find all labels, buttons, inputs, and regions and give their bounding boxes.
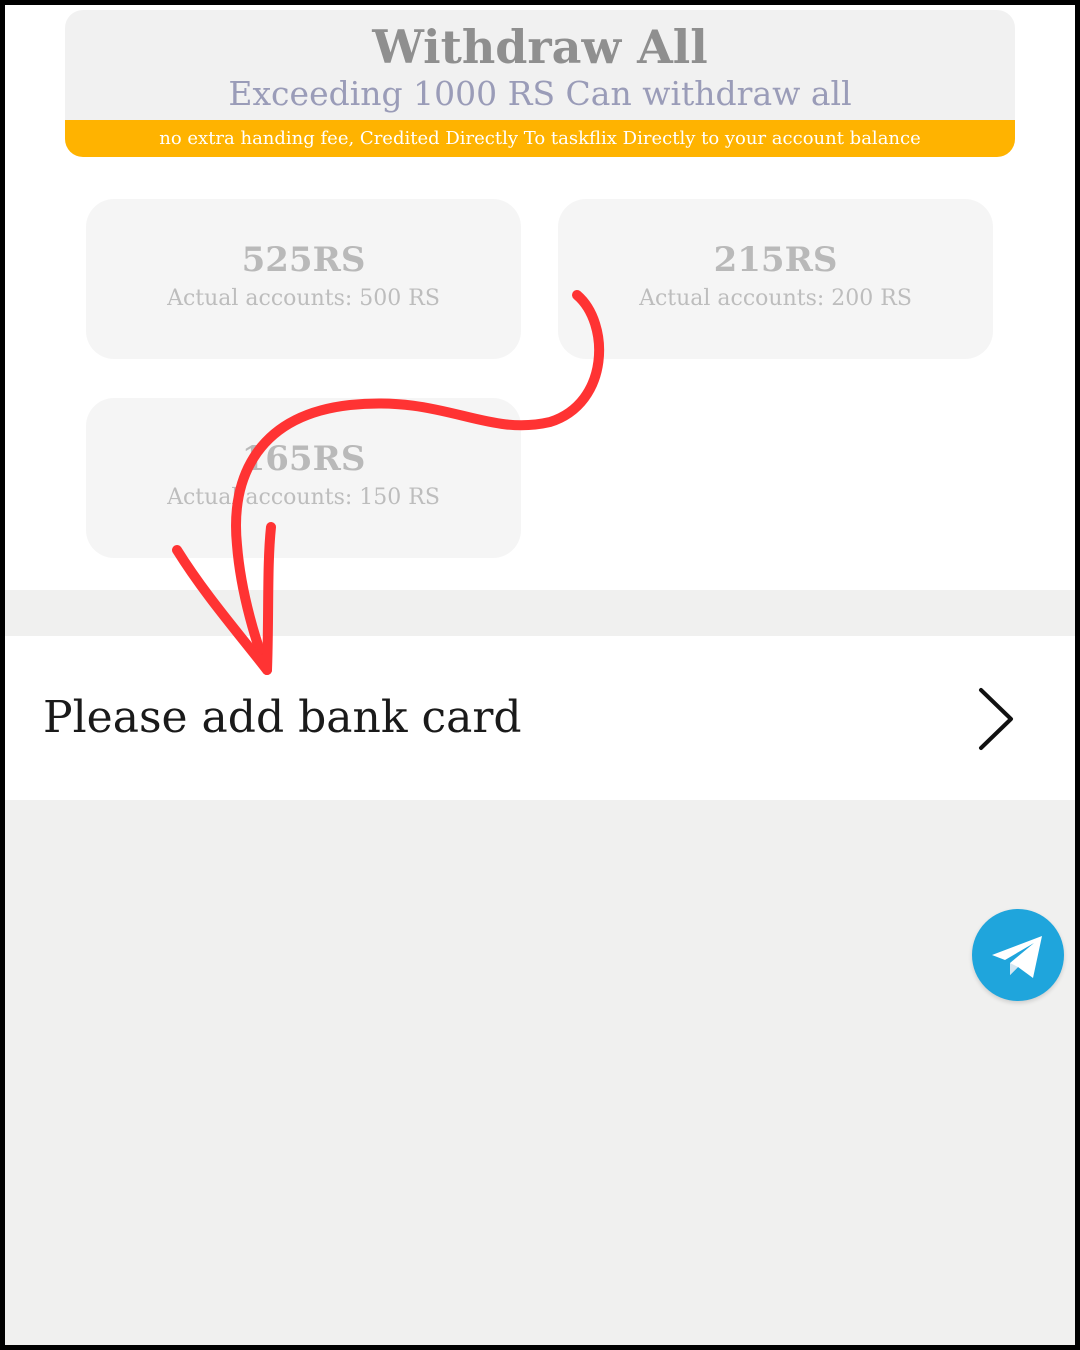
amount-value: 215RS bbox=[713, 240, 838, 280]
add-bank-card-row[interactable]: Please add bank card bbox=[5, 636, 1075, 800]
app-frame: Withdraw All Exceeding 1000 RS Can withd… bbox=[0, 0, 1080, 1350]
empty-content-area bbox=[5, 800, 1075, 1345]
amount-actual: Actual accounts: 200 RS bbox=[639, 286, 912, 311]
withdraw-all-subtitle: Exceeding 1000 RS Can withdraw all bbox=[228, 74, 852, 113]
amount-option-165[interactable]: 165RS Actual accounts: 150 RS bbox=[86, 398, 521, 558]
chevron-right-icon bbox=[979, 688, 1013, 750]
amount-actual: Actual accounts: 150 RS bbox=[167, 485, 440, 510]
withdraw-all-title: Withdraw All bbox=[372, 20, 708, 74]
telegram-button[interactable] bbox=[972, 909, 1064, 1001]
fee-info-banner: no extra handing fee, Credited Directly … bbox=[65, 120, 1015, 157]
amount-actual: Actual accounts: 500 RS bbox=[167, 286, 440, 311]
amount-value: 165RS bbox=[241, 439, 366, 479]
section-divider bbox=[5, 590, 1075, 636]
telegram-icon bbox=[992, 936, 1042, 978]
amount-value: 525RS bbox=[241, 240, 366, 280]
amount-option-215[interactable]: 215RS Actual accounts: 200 RS bbox=[558, 199, 993, 359]
amount-option-525[interactable]: 525RS Actual accounts: 500 RS bbox=[86, 199, 521, 359]
add-bank-card-label: Please add bank card bbox=[43, 692, 522, 743]
withdraw-all-card[interactable]: Withdraw All Exceeding 1000 RS Can withd… bbox=[65, 10, 1015, 157]
